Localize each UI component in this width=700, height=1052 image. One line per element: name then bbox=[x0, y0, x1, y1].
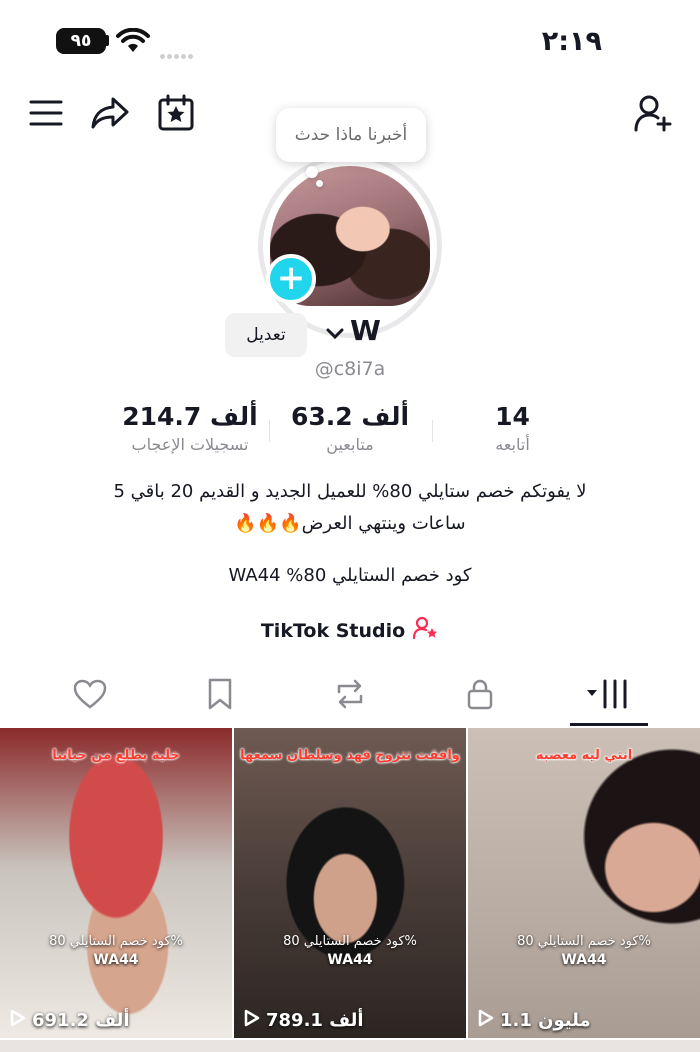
calendar-star-icon[interactable] bbox=[155, 92, 197, 134]
video-views: 789.1 ألف bbox=[244, 1009, 364, 1032]
grid-icon bbox=[583, 678, 633, 714]
battery-icon: ٩٥ bbox=[56, 28, 106, 54]
view-count: 691.2 ألف bbox=[32, 1010, 130, 1031]
video-promo: كود خصم الستايلي 80% WA44 bbox=[468, 933, 700, 969]
followers-stat[interactable]: 63.2 ألف متابعين bbox=[275, 402, 425, 454]
video-promo-code: WA44 bbox=[561, 952, 607, 968]
studio-user-icon bbox=[413, 616, 439, 645]
play-icon bbox=[478, 1009, 494, 1032]
video-promo-line: كود خصم الستايلي 80% bbox=[517, 934, 651, 949]
status-bubble[interactable]: أخبرنا ماذا حدث bbox=[276, 108, 426, 162]
share-icon[interactable] bbox=[89, 92, 131, 134]
profile-bio: لا يفوتكم خصم ستايلي 80% للعميل الجديد و… bbox=[70, 476, 630, 540]
play-icon bbox=[244, 1009, 260, 1032]
following-count: 14 bbox=[495, 402, 530, 431]
stat-divider bbox=[269, 420, 270, 442]
lock-icon bbox=[466, 678, 494, 714]
bookmark-icon bbox=[207, 678, 233, 714]
play-icon bbox=[10, 1009, 26, 1032]
wifi-icon bbox=[116, 27, 150, 58]
cellular-signal-icon bbox=[160, 44, 195, 63]
next-row-preview bbox=[0, 1040, 700, 1052]
battery-cap bbox=[106, 35, 109, 46]
tab-favorites[interactable] bbox=[190, 674, 250, 718]
video-promo: كود خصم الستايلي 80% WA44 bbox=[0, 933, 232, 969]
video-thumbnail[interactable]: خلية بطلع من حياتنا كود خصم الستايلي 80%… bbox=[0, 728, 232, 1038]
profile-handle: @c8i7a bbox=[314, 358, 386, 380]
followers-count: 63.2 ألف bbox=[290, 402, 410, 431]
bio-line: لا يفوتكم خصم ستايلي 80% للعميل الجديد و… bbox=[113, 481, 587, 502]
status-time: ٢:١٩ bbox=[541, 26, 602, 57]
following-stat[interactable]: 14 أتابعه bbox=[455, 402, 570, 454]
repost-icon bbox=[333, 678, 367, 714]
add-user-icon[interactable] bbox=[632, 92, 674, 134]
chevron-down-icon bbox=[326, 314, 344, 347]
username: W bbox=[350, 314, 381, 347]
promo-text: كود خصم الستايلي 80% WA44 bbox=[228, 565, 472, 586]
video-views: 1.1 مليون bbox=[478, 1009, 591, 1032]
video-promo-code: WA44 bbox=[327, 952, 373, 968]
video-thumbnail[interactable]: وافقت تتزوج فهد وسلطان سمعها كود خصم الس… bbox=[234, 728, 466, 1038]
edit-profile-button[interactable]: تعديل bbox=[225, 313, 307, 357]
add-story-button[interactable]: + bbox=[266, 254, 316, 304]
video-promo-code: WA44 bbox=[93, 952, 139, 968]
view-count: 789.1 ألف bbox=[266, 1010, 364, 1031]
video-caption: انتي ليه معصبه bbox=[535, 748, 633, 763]
video-promo-line: كود خصم الستايلي 80% bbox=[283, 934, 417, 949]
following-label: أتابعه bbox=[495, 435, 530, 454]
active-tab-indicator bbox=[570, 723, 648, 726]
tab-private[interactable] bbox=[450, 674, 510, 718]
likes-label: تسجيلات الإعجاب bbox=[131, 435, 249, 454]
tab-videos[interactable] bbox=[578, 674, 638, 718]
video-views: 691.2 ألف bbox=[10, 1009, 130, 1032]
view-count: 1.1 مليون bbox=[500, 1010, 591, 1031]
video-thumbnail[interactable]: انتي ليه معصبه كود خصم الستايلي 80% WA44… bbox=[468, 728, 700, 1038]
video-promo-line: كود خصم الستايلي 80% bbox=[49, 934, 183, 949]
video-caption: خلية بطلع من حياتنا bbox=[52, 748, 180, 763]
tiktok-studio-link[interactable]: TikTok Studio bbox=[0, 616, 700, 645]
likes-count: 214.7 ألف bbox=[122, 402, 258, 431]
bubble-tail-small bbox=[316, 180, 323, 187]
tab-liked[interactable] bbox=[60, 674, 120, 718]
video-caption: وافقت تتزوج فهد وسلطان سمعها bbox=[240, 748, 460, 763]
username-switcher[interactable]: W bbox=[326, 314, 381, 347]
tab-reposts[interactable] bbox=[320, 674, 380, 718]
followers-label: متابعين bbox=[326, 435, 374, 454]
heart-icon bbox=[73, 679, 107, 713]
bubble-tail bbox=[306, 166, 318, 178]
video-promo: كود خصم الستايلي 80% WA44 bbox=[234, 933, 466, 969]
likes-stat[interactable]: 214.7 ألف تسجيلات الإعجاب bbox=[110, 402, 270, 454]
studio-label: TikTok Studio bbox=[260, 619, 406, 642]
stat-divider bbox=[432, 420, 433, 442]
menu-icon[interactable] bbox=[25, 92, 67, 134]
bio-line: ساعات وينتهي العرض🔥🔥🔥 bbox=[234, 513, 466, 534]
